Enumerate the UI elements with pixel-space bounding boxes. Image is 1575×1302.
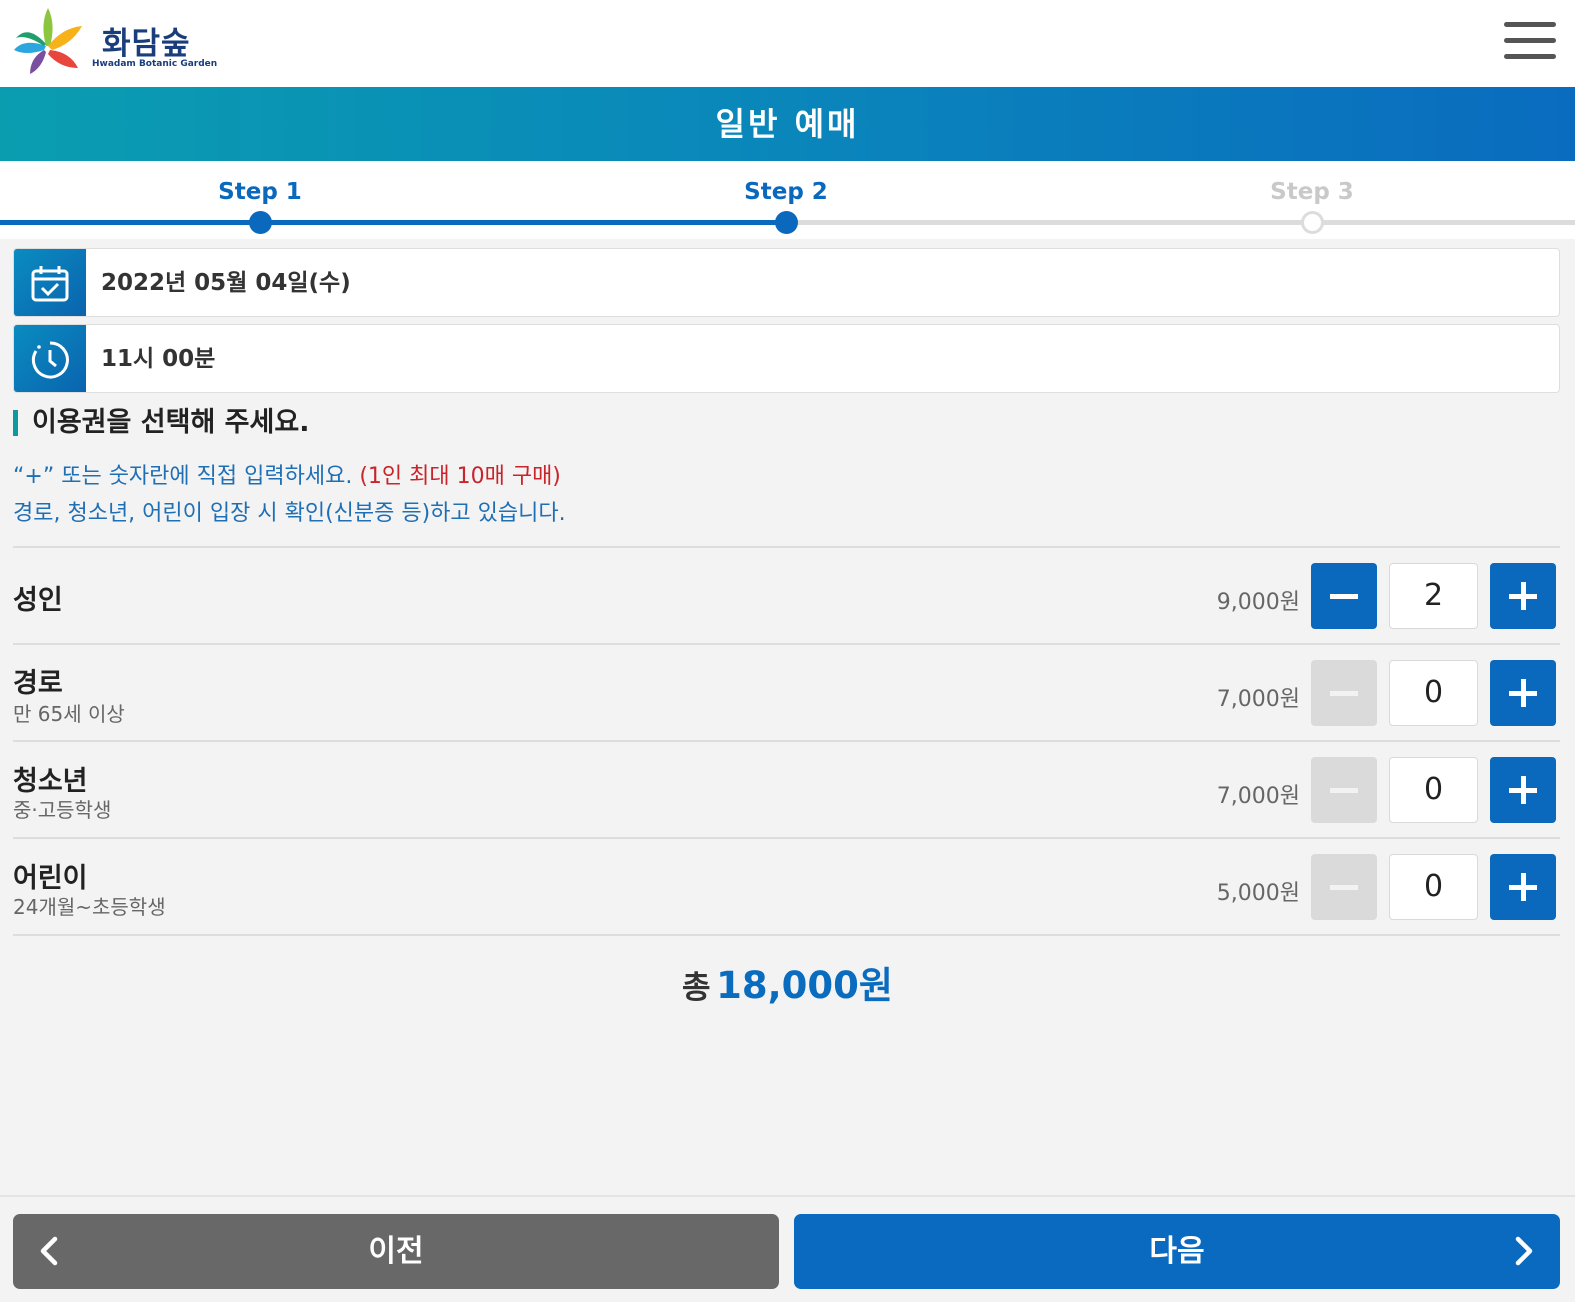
hamburger-icon[interactable]: [1504, 22, 1556, 62]
step-3-dot: [1301, 211, 1324, 234]
prev-label: 이전: [368, 1234, 424, 1269]
quantity-input[interactable]: 2: [1389, 563, 1478, 629]
calendar-check-icon: [14, 249, 86, 316]
ticket-row-senior: 경로 만 65세 이상 7,000원 0: [13, 645, 1560, 740]
quantity-input[interactable]: 0: [1389, 660, 1478, 726]
ticket-row-child: 어린이 24개월~초등학생 5,000원 0: [13, 839, 1560, 934]
divider: [13, 934, 1560, 936]
step-1-dot: [249, 211, 272, 234]
step-progress-line: [0, 220, 786, 225]
decrease-button[interactable]: [1311, 854, 1377, 920]
selected-date: 2022년 05월 04일(수): [101, 270, 351, 296]
logo[interactable]: 화담숲 Hwadam Botanic Garden: [12, 6, 217, 78]
top-header: 화담숲 Hwadam Botanic Garden: [0, 0, 1575, 87]
ticket-price: 7,000원: [1216, 687, 1300, 712]
step-3-label: Step 3: [1270, 179, 1354, 205]
increase-button[interactable]: [1490, 854, 1556, 920]
increase-button[interactable]: [1490, 757, 1556, 823]
ticket-name: 경로: [13, 668, 63, 699]
step-remaining-line: [786, 220, 1575, 225]
selected-time-row: 11시 00분: [13, 324, 1560, 393]
decrease-button[interactable]: [1311, 563, 1377, 629]
step-2-dot: [775, 211, 798, 234]
next-label: 다음: [1149, 1234, 1205, 1269]
ticket-condition: 중·고등학생: [13, 798, 112, 822]
clock-icon: [14, 325, 86, 392]
page-title: 일반 예매: [0, 87, 1575, 161]
logo-subtitle: Hwadam Botanic Garden: [92, 59, 218, 69]
ticket-name: 청소년: [13, 766, 88, 797]
increase-button[interactable]: [1490, 660, 1556, 726]
ticket-row-adult: 성인 9,000원 2: [13, 548, 1560, 643]
instruction-text: “+” 또는 숫자란에 직접 입력하세요.: [13, 464, 360, 489]
quantity-input[interactable]: 0: [1389, 757, 1478, 823]
bottom-nav: 이전 다음: [0, 1195, 1575, 1302]
ticket-name: 어린이: [13, 863, 88, 894]
total-amount: 18,000원: [716, 964, 893, 1007]
ticket-condition: 만 65세 이상: [13, 702, 125, 726]
id-check-note: 경로, 청소년, 어린이 입장 시 확인(신분증 등)하고 있습니다.: [13, 501, 566, 526]
prev-button[interactable]: 이전: [13, 1214, 779, 1289]
ticket-price: 5,000원: [1216, 881, 1300, 906]
decrease-button[interactable]: [1311, 660, 1377, 726]
selected-date-row: 2022년 05월 04일(수): [13, 248, 1560, 317]
ticket-name: 성인: [13, 585, 63, 616]
step-2-label: Step 2: [744, 179, 828, 205]
chevron-right-icon: [1515, 1236, 1533, 1266]
decrease-button[interactable]: [1311, 757, 1377, 823]
total-label: 총: [682, 970, 711, 1006]
section-title: 이용권을 선택해 주세요.: [13, 409, 309, 436]
leaf-logo-icon: [14, 8, 82, 74]
selected-time: 11시 00분: [101, 346, 216, 372]
ticket-price: 7,000원: [1216, 784, 1300, 809]
purchase-limit-note: (1인 최대 10매 구매): [359, 464, 561, 489]
instruction-note: “+” 또는 숫자란에 직접 입력하세요. (1인 최대 10매 구매): [13, 458, 561, 490]
ticket-condition: 24개월~초등학생: [13, 895, 166, 919]
step-indicator: Step 1 Step 2 Step 3: [0, 161, 1575, 239]
chevron-left-icon: [40, 1236, 58, 1266]
increase-button[interactable]: [1490, 563, 1556, 629]
step-1-label: Step 1: [218, 179, 302, 205]
next-button[interactable]: 다음: [794, 1214, 1560, 1289]
quantity-input[interactable]: 0: [1389, 854, 1478, 920]
total-price: 총 18,000원: [0, 955, 1575, 1009]
ticket-price: 9,000원: [1216, 590, 1300, 615]
ticket-row-youth: 청소년 중·고등학생 7,000원 0: [13, 742, 1560, 837]
logo-name: 화담숲: [102, 26, 191, 62]
